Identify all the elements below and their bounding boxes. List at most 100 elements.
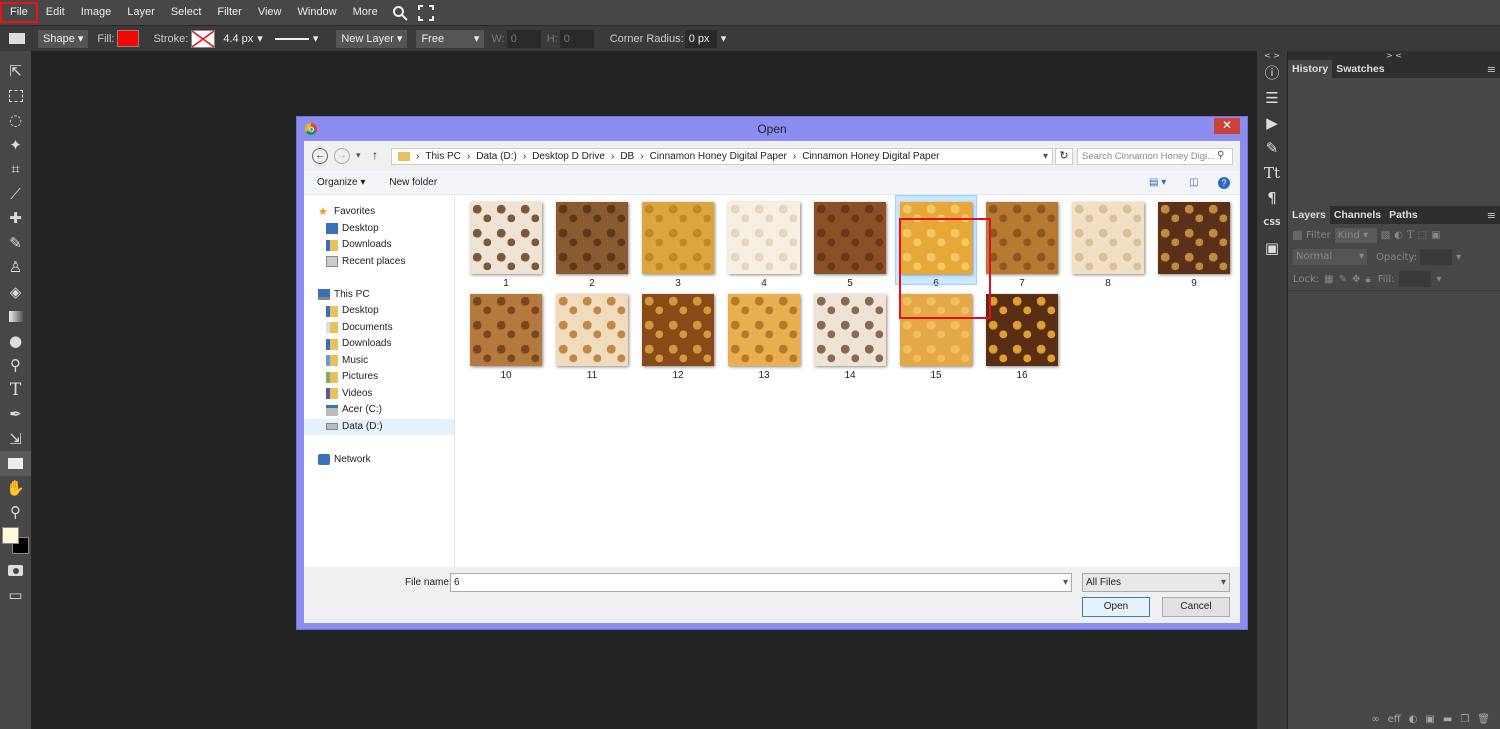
filter-smart-icon[interactable]: ▣ <box>1431 230 1440 241</box>
nav-pictures[interactable]: Pictures <box>304 369 454 386</box>
filter-text-icon[interactable]: T <box>1407 230 1414 241</box>
kind-dropdown[interactable]: Kind ▾ <box>1334 227 1377 243</box>
tab-swatches[interactable]: Swatches <box>1332 60 1388 78</box>
menu-file[interactable]: File <box>0 2 38 23</box>
view-options-icon[interactable]: ▤ ▾ <box>1149 177 1166 188</box>
nav-this-pc[interactable]: This PC <box>304 287 454 304</box>
nav-recent-places[interactable]: Recent places <box>304 254 454 271</box>
eraser-tool-icon[interactable]: ◈ <box>0 280 31 305</box>
panel-menu-icon[interactable]: ≡ <box>1487 209 1496 222</box>
caret-down-icon[interactable]: ▾ <box>721 32 727 45</box>
fullscreen-icon[interactable] <box>417 4 434 21</box>
file-thumbnail[interactable]: 2 <box>552 196 632 289</box>
hand-tool-icon[interactable]: ✋ <box>0 476 31 501</box>
lasso-tool-icon[interactable]: ◌ <box>0 108 31 133</box>
menu-filter[interactable]: Filter <box>209 2 249 23</box>
breadcrumb-item[interactable]: DB <box>620 151 634 162</box>
brush-tool-icon[interactable]: ✎ <box>0 231 31 256</box>
close-icon[interactable]: ✕ <box>1214 118 1240 134</box>
file-thumbnail[interactable]: 10 <box>466 288 546 381</box>
stroke-color-swatch[interactable] <box>191 29 216 48</box>
search-input[interactable]: Search Cinnamon Honey Digi... <box>1077 148 1233 165</box>
refresh-icon[interactable]: ↻ <box>1055 148 1073 165</box>
nav-documents[interactable]: Documents <box>304 320 454 337</box>
marquee-tool-icon[interactable] <box>0 84 31 109</box>
crop-tool-icon[interactable]: ⌗ <box>0 157 31 182</box>
forward-icon[interactable]: → <box>334 148 350 164</box>
breadcrumb-item[interactable]: Data (D:) <box>476 151 517 162</box>
collapse-arrows-icon[interactable]: > < <box>1288 51 1500 60</box>
menu-image[interactable]: Image <box>73 2 120 23</box>
panel-menu-icon[interactable]: ≡ <box>1487 63 1496 76</box>
chevron-down-icon[interactable]: ▾ <box>1043 151 1048 162</box>
menu-edit[interactable]: Edit <box>38 2 73 23</box>
link-layers-icon[interactable]: ∞ <box>1371 714 1379 725</box>
file-thumbnail[interactable]: 13 <box>724 288 804 381</box>
actions-play-icon[interactable]: ▶ <box>1257 110 1287 135</box>
file-thumbnail[interactable]: 8 <box>1068 196 1148 289</box>
screen-mode-icon[interactable]: ▭ <box>0 583 31 608</box>
file-thumbnail[interactable]: 15 <box>896 288 976 381</box>
breadcrumb-item[interactable]: Cinnamon Honey Digital Paper <box>650 151 787 162</box>
css-icon[interactable]: CSS <box>1257 210 1287 235</box>
nav-favorites[interactable]: ★ Favorites <box>304 204 454 221</box>
tab-paths[interactable]: Paths <box>1385 206 1422 224</box>
menu-layer[interactable]: Layer <box>119 2 163 23</box>
tab-history[interactable]: History <box>1288 60 1333 78</box>
help-icon[interactable]: ? <box>1218 176 1230 189</box>
file-thumbnail[interactable]: 9 <box>1154 196 1234 289</box>
file-thumbnail[interactable]: 16 <box>982 288 1062 381</box>
corner-radius-field[interactable]: 0 px <box>684 29 717 48</box>
fill-color-swatch[interactable] <box>117 30 140 47</box>
trash-icon[interactable]: 🗑︎ <box>1477 714 1490 725</box>
effects-link[interactable]: eff <box>1388 714 1401 725</box>
text-tool-icon[interactable]: T <box>0 378 31 403</box>
nav-acer-c[interactable]: Acer (C:) <box>304 402 454 419</box>
paragraph-icon[interactable]: ¶ <box>1257 185 1287 210</box>
foreground-color-swatch[interactable] <box>2 526 19 544</box>
menu-window[interactable]: Window <box>290 2 345 23</box>
move-tool-icon[interactable]: ⇱ <box>0 59 31 84</box>
file-name-input[interactable]: 6 ▾ <box>450 573 1072 592</box>
file-thumbnail[interactable]: 3 <box>638 196 718 289</box>
dodge-tool-icon[interactable]: ⚲ <box>0 353 31 378</box>
breadcrumb[interactable]: › This PC › Data (D:) › Desktop D Drive › D… <box>391 148 1053 165</box>
nav-pc-downloads[interactable]: Downloads <box>304 336 454 353</box>
quick-mask-icon[interactable] <box>0 559 31 584</box>
menu-more[interactable]: More <box>345 2 386 23</box>
gradient-tool-icon[interactable] <box>0 304 31 329</box>
path-select-icon[interactable]: ⇲ <box>0 427 31 452</box>
opacity-field[interactable] <box>1420 249 1453 265</box>
rectangle-shape-icon[interactable] <box>9 33 25 44</box>
filter-image-icon[interactable]: ▨ <box>1381 230 1390 241</box>
caret-down-icon[interactable]: ▾ <box>313 32 319 45</box>
file-thumbnail[interactable]: 7 <box>982 196 1062 289</box>
tab-channels[interactable]: Channels <box>1330 206 1385 224</box>
lock-all-icon[interactable]: 🔒︎ <box>1365 274 1370 285</box>
file-thumbnail[interactable]: 6 <box>895 195 977 289</box>
pen-tool-icon[interactable]: ✒ <box>0 402 31 427</box>
stamp-tool-icon[interactable]: ♙ <box>0 255 31 280</box>
nav-music[interactable]: Music <box>304 353 454 370</box>
nav-pc-desktop[interactable]: Desktop <box>304 303 454 320</box>
file-thumbnail[interactable]: 11 <box>552 288 632 381</box>
zoom-tool-icon[interactable]: ⚲ <box>0 500 31 525</box>
organize-button[interactable]: Organize ▾ <box>317 177 365 188</box>
open-button[interactable]: Open <box>1082 597 1150 617</box>
menu-view[interactable]: View <box>250 2 290 23</box>
shape-dropdown[interactable]: Shape ▾ <box>38 29 89 48</box>
menu-select[interactable]: Select <box>163 2 210 23</box>
filter-checkbox[interactable] <box>1293 230 1302 240</box>
fill-field[interactable] <box>1399 271 1432 287</box>
eyedropper-icon[interactable]: ⟋ <box>0 182 31 207</box>
preview-pane-icon[interactable]: ◫ <box>1189 177 1198 188</box>
chevron-down-icon[interactable]: ▾ <box>1063 574 1068 591</box>
breadcrumb-item[interactable]: This PC <box>425 151 461 162</box>
chevron-down-icon[interactable]: ▾ <box>356 150 361 161</box>
search-icon[interactable] <box>392 5 408 21</box>
file-thumbnail[interactable]: 4 <box>724 196 804 289</box>
image-icon[interactable]: ▣ <box>1257 235 1287 260</box>
rectangle-tool-icon[interactable] <box>0 451 31 476</box>
breadcrumb-item[interactable]: Cinnamon Honey Digital Paper <box>802 151 939 162</box>
new-folder-button[interactable]: New folder <box>389 177 437 188</box>
